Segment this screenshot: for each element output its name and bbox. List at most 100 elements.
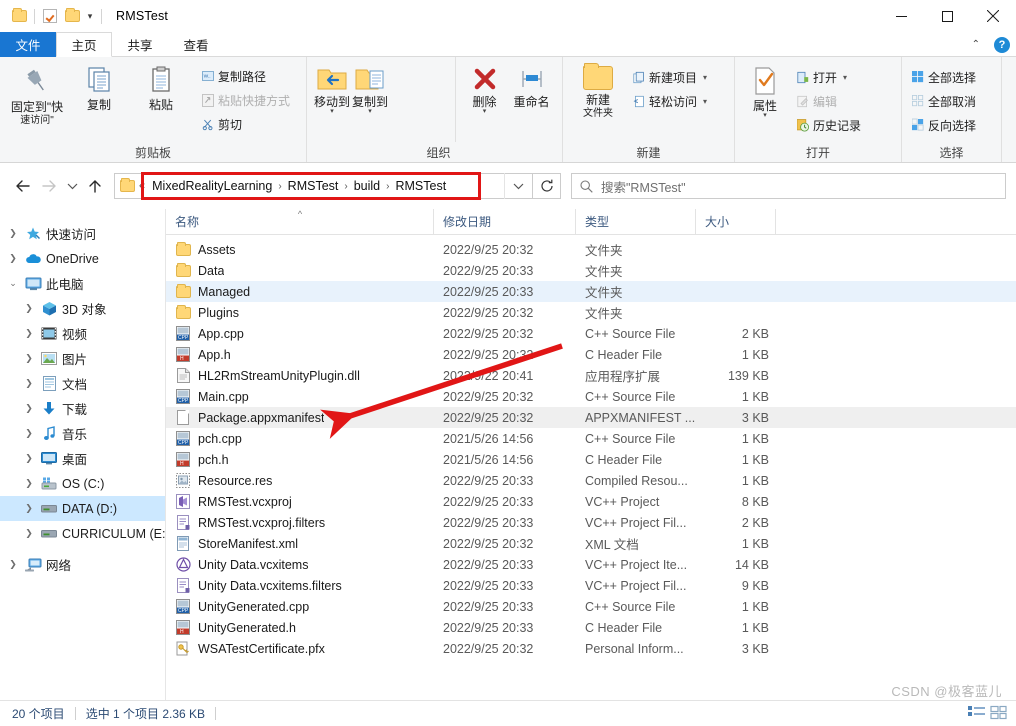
table-row[interactable]: Package.appxmanifest 2022/9/25 20:32 APP… [166, 407, 1016, 428]
copy-button[interactable]: 复制 [68, 62, 130, 112]
tab-file[interactable]: 文件 [0, 32, 56, 57]
new-folder-button[interactable]: 新建 文件夹 [569, 63, 627, 121]
invert-selection-button[interactable]: 反向选择 [908, 113, 980, 137]
select-all-button[interactable]: 全部选择 [908, 65, 980, 89]
sidebar-item-os-c[interactable]: ❯ OS (C:) [0, 471, 165, 496]
close-icon[interactable] [970, 0, 1016, 32]
new-item-chevron-down-icon[interactable]: ▾ [703, 73, 707, 82]
table-row[interactable]: HL2RmStreamUnityPlugin.dll 2022/9/22 20:… [166, 365, 1016, 386]
sidebar-item-documents[interactable]: ❯ 文档 [0, 371, 165, 396]
expander-chevron-right-icon[interactable]: ❯ [4, 253, 22, 264]
collapse-ribbon-chevron-up-icon[interactable]: ⌃ [968, 39, 984, 50]
sidebar-item-pictures[interactable]: ❯ 图片 [0, 346, 165, 371]
cut-button[interactable]: 剪切 [198, 112, 294, 136]
move-to-button[interactable]: 移动到 ▾ [313, 63, 351, 115]
new-item-button[interactable]: 新建项目 ▾ [629, 65, 711, 89]
up-button[interactable] [82, 173, 108, 199]
expander-chevron-right-icon[interactable]: ❯ [20, 503, 38, 514]
sidebar-item-3d-objects[interactable]: ❯ 3D 对象 [0, 296, 165, 321]
column-header-date[interactable]: 修改日期 [434, 209, 576, 235]
expander-chevron-right-icon[interactable]: ❯ [20, 378, 38, 389]
edit-button[interactable]: 编辑 [793, 89, 865, 113]
table-row[interactable]: StoreManifest.xml 2022/9/25 20:32 XML 文档… [166, 533, 1016, 554]
delete-button[interactable]: 删除 ▾ [462, 63, 507, 115]
back-button[interactable] [10, 173, 36, 199]
column-header-name[interactable]: 名称 ^ [166, 209, 434, 235]
sidebar-item-data-d[interactable]: ❯ DATA (D:) [0, 496, 165, 521]
pin-to-quick-access-button[interactable]: 固定到"快 速访问" [6, 62, 68, 128]
table-row[interactable]: Resource.res 2022/9/25 20:33 Compiled Re… [166, 470, 1016, 491]
expander-chevron-right-icon[interactable]: ❯ [20, 528, 38, 539]
table-row[interactable]: H pch.h 2021/5/26 14:56 C Header File 1 … [166, 449, 1016, 470]
sidebar-item-this-pc[interactable]: ⌄ 此电脑 [0, 271, 165, 296]
sidebar-item-quick-access[interactable]: ❯ 快速访问 [0, 221, 165, 246]
easy-access-button[interactable]: 轻松访问 ▾ [629, 89, 711, 113]
table-row[interactable]: Unity Data.vcxitems 2022/9/25 20:33 VC++… [166, 554, 1016, 575]
details-view-icon[interactable] [968, 705, 986, 723]
tab-home[interactable]: 主页 [56, 32, 112, 57]
table-row[interactable]: Managed 2022/9/25 20:33 文件夹 [166, 281, 1016, 302]
breadcrumb-item-0[interactable]: MixedRealityLearning [147, 179, 277, 193]
history-button[interactable]: 历史记录 [793, 113, 865, 137]
table-row[interactable]: Data 2022/9/25 20:33 文件夹 [166, 260, 1016, 281]
expander-chevron-right-icon[interactable]: ❯ [20, 428, 38, 439]
table-row[interactable]: Plugins 2022/9/25 20:32 文件夹 [166, 302, 1016, 323]
copy-to-chevron-down-icon[interactable]: ▾ [368, 108, 372, 115]
properties-button[interactable]: 属性 ▾ [741, 63, 789, 119]
paste-shortcut-button[interactable]: 粘贴快捷方式 [198, 88, 294, 112]
sidebar-item-onedrive[interactable]: ❯ OneDrive [0, 246, 165, 271]
sidebar-item-music[interactable]: ❯ 音乐 [0, 421, 165, 446]
move-to-chevron-down-icon[interactable]: ▾ [330, 108, 334, 115]
open-chevron-down-icon[interactable]: ▾ [843, 73, 847, 82]
sidebar-item-downloads[interactable]: ❯ 下载 [0, 396, 165, 421]
qat-folder-icon-2[interactable] [61, 5, 83, 27]
copy-path-button[interactable]: W.. 复制路径 [198, 64, 294, 88]
breadcrumb-item-3[interactable]: RMSTest [390, 179, 451, 193]
table-row[interactable]: H App.h 2022/9/25 20:32 C Header File 1 … [166, 344, 1016, 365]
qat-customize-chevron-down-icon[interactable]: ▾ [83, 5, 97, 27]
table-row[interactable]: RMSTest.vcxproj 2022/9/25 20:33 VC++ Pro… [166, 491, 1016, 512]
easy-access-chevron-down-icon[interactable]: ▾ [703, 97, 707, 106]
delete-chevron-down-icon[interactable]: ▾ [483, 108, 487, 115]
large-icons-view-icon[interactable] [990, 705, 1008, 723]
table-row[interactable]: WSATestCertificate.pfx 2022/9/25 20:32 P… [166, 638, 1016, 659]
expander-chevron-right-icon[interactable]: ❯ [20, 328, 38, 339]
open-button[interactable]: 打开 ▾ [793, 65, 865, 89]
table-row[interactable]: Unity Data.vcxitems.filters 2022/9/25 20… [166, 575, 1016, 596]
expander-chevron-right-icon[interactable]: ❯ [20, 303, 38, 314]
qat-checkbox-icon[interactable] [39, 5, 61, 27]
path-overflow-icon[interactable]: « [139, 180, 147, 192]
search-input[interactable]: 搜索"RMSTest" [571, 173, 1006, 199]
address-dropdown-chevron-down-icon[interactable] [504, 173, 532, 199]
minimize-icon[interactable] [878, 0, 924, 32]
column-header-size[interactable]: 大小 [696, 209, 776, 235]
table-row[interactable]: CPP App.cpp 2022/9/25 20:32 C++ Source F… [166, 323, 1016, 344]
expander-chevron-right-icon[interactable]: ❯ [20, 403, 38, 414]
expander-chevron-right-icon[interactable]: ❯ [4, 228, 22, 239]
expander-chevron-right-icon[interactable]: ❯ [20, 453, 38, 464]
help-icon[interactable]: ? [994, 36, 1010, 53]
table-row[interactable]: RMSTest.vcxproj.filters 2022/9/25 20:33 … [166, 512, 1016, 533]
recent-locations-chevron-down-icon[interactable] [62, 173, 82, 199]
expander-chevron-right-icon[interactable]: ❯ [20, 478, 38, 489]
sidebar-item-videos[interactable]: ❯ 视频 [0, 321, 165, 346]
table-row[interactable]: Assets 2022/9/25 20:32 文件夹 [166, 239, 1016, 260]
select-none-button[interactable]: 全部取消 [908, 89, 980, 113]
copy-to-button[interactable]: 复制到 ▾ [351, 63, 389, 115]
breadcrumb-item-1[interactable]: RMSTest [283, 179, 344, 193]
maximize-icon[interactable] [924, 0, 970, 32]
tab-view[interactable]: 查看 [168, 32, 224, 57]
expander-chevron-right-icon[interactable]: ❯ [4, 559, 22, 570]
table-row[interactable]: CPP Main.cpp 2022/9/25 20:32 C++ Source … [166, 386, 1016, 407]
table-row[interactable]: CPP pch.cpp 2021/5/26 14:56 C++ Source F… [166, 428, 1016, 449]
forward-button[interactable] [36, 173, 62, 199]
sidebar-item-curriculum-e[interactable]: ❯ CURRICULUM (E:) [0, 521, 165, 546]
sidebar-item-desktop[interactable]: ❯ 桌面 [0, 446, 165, 471]
qat-folder-icon[interactable] [8, 5, 30, 27]
expander-chevron-right-icon[interactable]: ❯ [20, 353, 38, 364]
rename-button[interactable]: 重命名 [507, 63, 556, 109]
refresh-button[interactable] [533, 173, 561, 199]
properties-chevron-down-icon[interactable]: ▾ [763, 112, 767, 119]
breadcrumb-item-2[interactable]: build [349, 179, 385, 193]
sidebar-item-network[interactable]: ❯ 网络 [0, 552, 165, 577]
